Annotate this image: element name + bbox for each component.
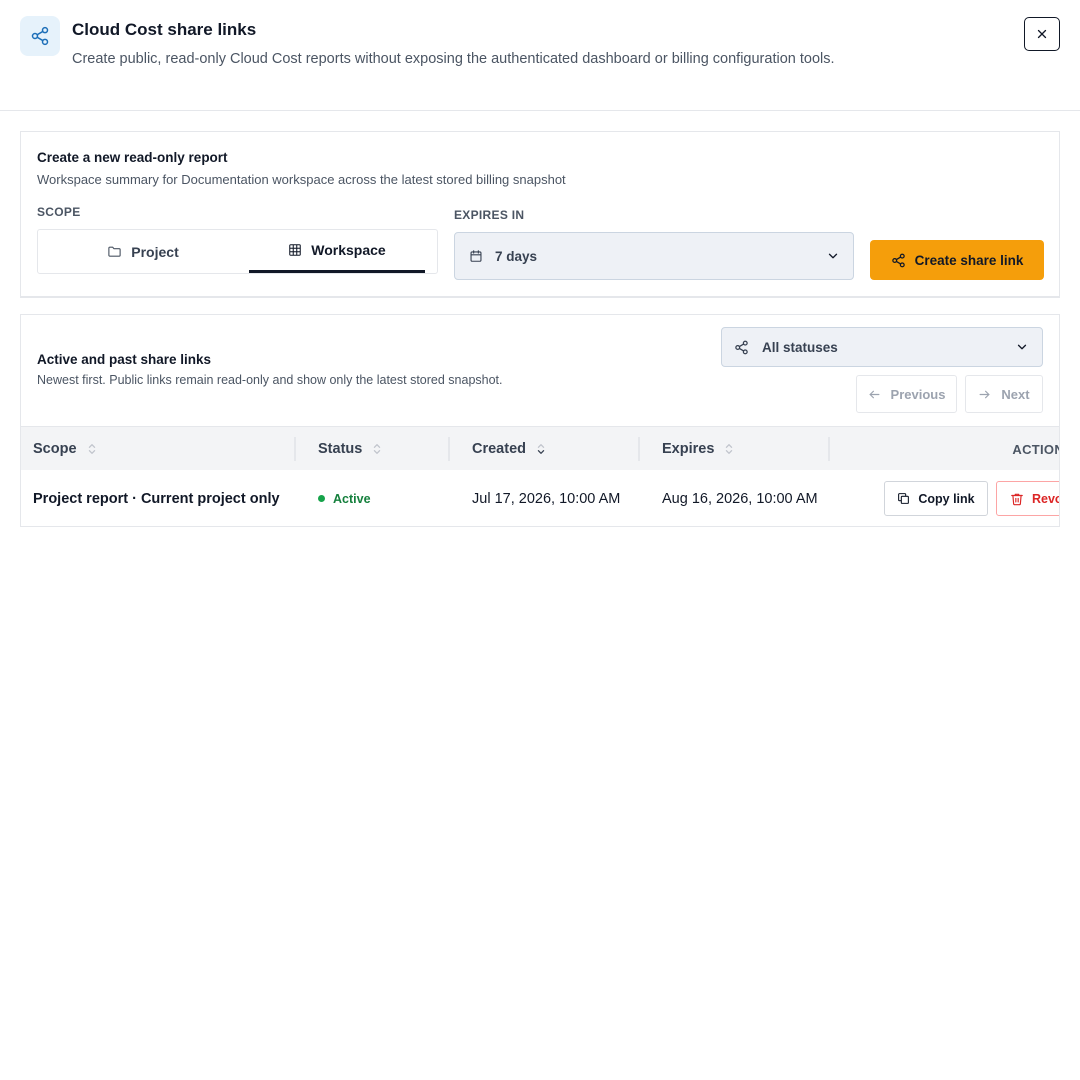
sort-icon [372, 443, 382, 455]
create-report-subtitle: Workspace summary for Documentation work… [37, 172, 566, 187]
close-button[interactable] [1024, 17, 1060, 51]
status-label: Active [333, 491, 371, 506]
scope-segmented-control: Project Workspace [37, 229, 438, 274]
create-report-card: Create a new read-only report Workspace … [20, 131, 1060, 298]
column-header-expires[interactable]: Expires [662, 427, 734, 471]
sort-descending-icon [536, 443, 546, 455]
table-header: Scope Status Created Expires ACTIO [21, 426, 1059, 470]
column-header-actions: ACTIONS [1012, 441, 1059, 457]
status-badge: Active [318, 492, 371, 506]
create-share-link-button[interactable]: Create share link [870, 240, 1044, 280]
expires-value: 7 days [495, 248, 538, 264]
scope-option-project[interactable]: Project [38, 230, 248, 273]
row-expires: Aug 16, 2026, 10:00 AM [662, 490, 818, 507]
calendar-icon [469, 249, 483, 263]
table-clip: Scope Status Created Expires ACTIO Proje… [21, 315, 1059, 526]
column-divider [638, 437, 640, 461]
status-dot-icon [318, 495, 325, 502]
table-row: Project report · Current project only Ac… [21, 470, 1059, 526]
column-label: Status [318, 441, 363, 457]
column-header-created[interactable]: Created [472, 427, 546, 471]
create-report-title: Create a new read-only report [37, 150, 228, 165]
row-scope: Project report · Current project only [33, 490, 280, 507]
create-share-link-label: Create share link [914, 252, 1024, 268]
revoke-button[interactable]: Revoke [996, 481, 1059, 516]
dialog-header: Cloud Cost share links Create public, re… [0, 0, 1080, 111]
sort-icon [87, 443, 97, 455]
column-label: Expires [662, 441, 715, 457]
column-divider [294, 437, 296, 461]
page-description: Create public, read-only Cloud Cost repo… [72, 51, 835, 67]
sort-icon [724, 443, 734, 455]
column-divider [828, 437, 830, 461]
copy-link-label: Copy link [918, 491, 975, 506]
row-status: Active [318, 470, 371, 526]
scope-option-label: Project [131, 243, 179, 260]
share-links-card: Active and past share links Newest first… [20, 314, 1060, 527]
share-icon [20, 16, 60, 56]
column-header-status[interactable]: Status [318, 427, 382, 471]
expires-select[interactable]: 7 days [454, 232, 854, 280]
copy-link-button[interactable]: Copy link [884, 481, 988, 516]
chevron-down-icon [826, 249, 840, 263]
trash-icon [1010, 492, 1024, 506]
expires-label: EXPIRES IN [454, 208, 525, 222]
column-divider [448, 437, 450, 461]
column-header-scope[interactable]: Scope [33, 427, 97, 471]
scope-label: SCOPE [37, 205, 81, 219]
copy-icon [897, 492, 910, 505]
column-label: Created [472, 441, 526, 457]
share-icon [891, 253, 906, 268]
column-label: Scope [33, 441, 77, 457]
folder-icon [107, 244, 122, 259]
scope-option-label: Workspace [311, 242, 386, 258]
table-icon [288, 243, 302, 257]
close-icon [1035, 27, 1049, 41]
revoke-label: Revoke [1032, 491, 1059, 506]
row-created: Jul 17, 2026, 10:00 AM [472, 490, 621, 507]
page-title: Cloud Cost share links [72, 20, 257, 39]
scope-option-workspace[interactable]: Workspace [249, 230, 425, 273]
